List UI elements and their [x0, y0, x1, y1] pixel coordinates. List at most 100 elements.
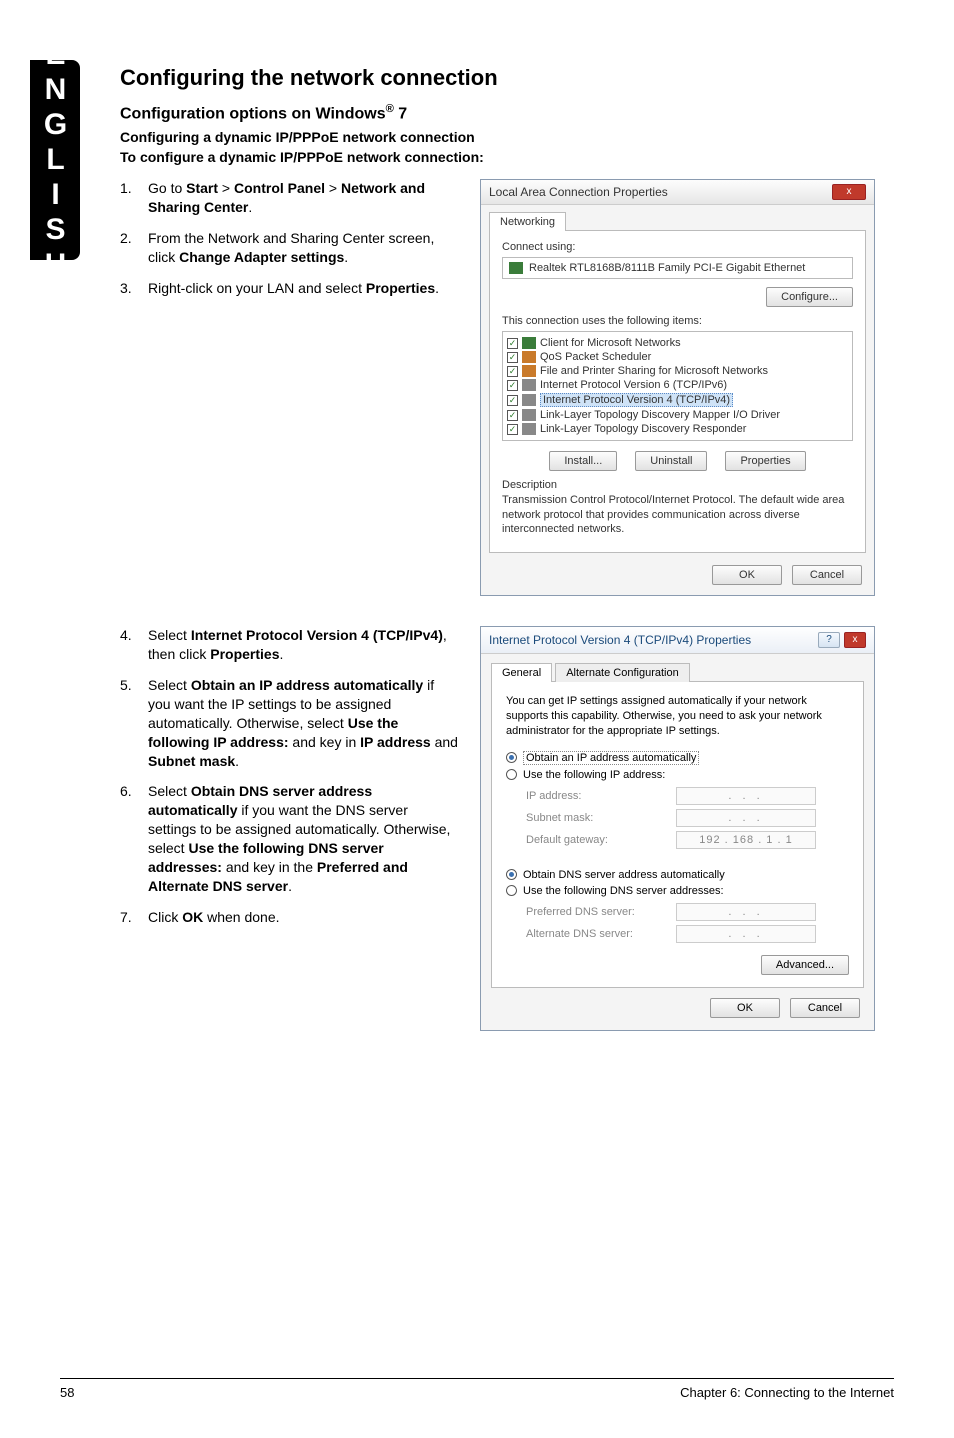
checkbox-icon[interactable]: ✓ — [507, 410, 518, 421]
nic-icon — [509, 262, 523, 274]
t: Click — [148, 909, 182, 925]
step-body: Select Internet Protocol Version 4 (TCP/… — [148, 626, 460, 664]
dialog2-panel: You can get IP settings assigned automat… — [491, 681, 864, 988]
subtitle-post: 7 — [394, 105, 407, 122]
radio-icon — [506, 752, 517, 763]
radio-label: Obtain an IP address automatically — [523, 751, 699, 765]
page-number: 58 — [60, 1385, 74, 1400]
subtitle-sup: ® — [386, 103, 394, 115]
item-label: Client for Microsoft Networks — [540, 337, 681, 349]
item-label: Internet Protocol Version 4 (TCP/IPv4) — [540, 393, 733, 407]
description-text: Transmission Control Protocol/Internet P… — [502, 493, 853, 536]
pref-dns-row: Preferred DNS server: . . . — [526, 901, 849, 923]
steps-a: 1. Go to Start > Control Panel > Network… — [120, 179, 460, 297]
step-num: 5. — [120, 676, 148, 770]
t: . — [288, 878, 292, 894]
cancel-button[interactable]: Cancel — [792, 565, 862, 585]
cancel-button[interactable]: Cancel — [790, 998, 860, 1018]
tab-networking[interactable]: Networking — [489, 212, 566, 231]
list-item[interactable]: ✓ Internet Protocol Version 4 (TCP/IPv4) — [505, 392, 850, 408]
t: IP address — [360, 734, 431, 750]
radio-obtain-dns[interactable]: Obtain DNS server address automatically — [506, 867, 849, 883]
t: Select — [148, 783, 191, 799]
t: Properties — [210, 646, 279, 662]
step-num: 2. — [120, 229, 148, 267]
step-body: Go to Start > Control Panel > Network an… — [148, 179, 460, 217]
list-item[interactable]: ✓Link-Layer Topology Discovery Mapper I/… — [505, 408, 850, 422]
t: Properties — [366, 280, 435, 296]
uninstall-button[interactable]: Uninstall — [635, 451, 707, 471]
t: Select — [148, 627, 191, 643]
checkbox-icon[interactable]: ✓ — [507, 366, 518, 377]
ok-button[interactable]: OK — [710, 998, 780, 1018]
protocol-icon — [522, 379, 536, 391]
checkbox-icon[interactable]: ✓ — [507, 352, 518, 363]
ipv4-intro-text: You can get IP settings assigned automat… — [506, 694, 849, 739]
dns-group: Obtain DNS server address automatically … — [506, 861, 849, 945]
radio-obtain-ip[interactable]: Obtain an IP address automatically — [506, 749, 849, 767]
list-item[interactable]: ✓Link-Layer Topology Discovery Responder — [505, 422, 850, 436]
help-icon[interactable]: ? — [818, 632, 840, 648]
list-item[interactable]: ✓ Client for Microsoft Networks — [505, 336, 850, 350]
list-item[interactable]: ✓QoS Packet Scheduler — [505, 350, 850, 364]
step-b-5: 5. Select Obtain an IP address automatic… — [120, 676, 460, 770]
block-1: 1. Go to Start > Control Panel > Network… — [120, 179, 880, 596]
close-icon[interactable]: x — [832, 184, 866, 200]
t: . — [435, 280, 439, 296]
connection-items-list[interactable]: ✓ Client for Microsoft Networks✓QoS Packe… — [502, 331, 853, 441]
checkbox-icon[interactable]: ✓ — [507, 380, 518, 391]
alt-dns-row: Alternate DNS server: . . . — [526, 923, 849, 945]
close-icon[interactable]: x — [844, 632, 866, 648]
checkbox-icon[interactable]: ✓ — [507, 395, 518, 406]
checkbox-icon[interactable]: ✓ — [507, 424, 518, 435]
configure-button[interactable]: Configure... — [766, 287, 853, 307]
step-a-1: 1. Go to Start > Control Panel > Network… — [120, 179, 460, 217]
protocol-icon — [522, 365, 536, 377]
list-item[interactable]: ✓Internet Protocol Version 6 (TCP/IPv6) — [505, 378, 850, 392]
tab-general[interactable]: General — [491, 663, 552, 682]
tab-alternate-configuration[interactable]: Alternate Configuration — [555, 663, 690, 682]
subnet-field[interactable]: . . . — [676, 809, 816, 827]
t: Internet Protocol Version 4 (TCP/IPv4) — [191, 627, 443, 643]
radio-use-dns[interactable]: Use the following DNS server addresses: — [506, 883, 849, 899]
t: Select — [148, 677, 191, 693]
dialog-titlebar: Local Area Connection Properties x — [481, 180, 874, 205]
step-a-2: 2. From the Network and Sharing Center s… — [120, 229, 460, 267]
steps-b: 4. Select Internet Protocol Version 4 (T… — [120, 626, 460, 926]
ip-field-grid: IP address: . . . Subnet mask: . . . Def… — [526, 785, 849, 851]
t: . — [280, 646, 284, 662]
list-item[interactable]: ✓ File and Printer Sharing for Microsoft … — [505, 364, 850, 378]
pref-dns-field[interactable]: . . . — [676, 903, 816, 921]
uses-items-label: This connection uses the following items… — [502, 315, 853, 327]
protocol-icon — [522, 351, 536, 363]
local-area-connection-properties-dialog: Local Area Connection Properties x Netwo… — [480, 179, 875, 596]
ip-address-field[interactable]: . . . — [676, 787, 816, 805]
dialog-footer: OK Cancel — [481, 561, 874, 595]
ok-button[interactable]: OK — [712, 565, 782, 585]
radio-use-ip[interactable]: Use the following IP address: — [506, 767, 849, 783]
advanced-row: Advanced... — [506, 955, 849, 975]
install-button[interactable]: Install... — [549, 451, 617, 471]
subnet-label: Subnet mask: — [526, 812, 676, 824]
checkbox-icon[interactable]: ✓ — [507, 338, 518, 349]
step-body: Select Obtain an IP address automaticall… — [148, 676, 460, 770]
gateway-field[interactable]: 192 . 168 . 1 . 1 — [676, 831, 816, 849]
dialog-title: Local Area Connection Properties — [489, 185, 668, 199]
page-footer: 58 Chapter 6: Connecting to the Internet — [60, 1378, 894, 1400]
step-a-3: 3. Right-click on your LAN and select Pr… — [120, 279, 460, 298]
connect-using-label: Connect using: — [502, 241, 853, 253]
step-b-4: 4. Select Internet Protocol Version 4 (T… — [120, 626, 460, 664]
advanced-button[interactable]: Advanced... — [761, 955, 849, 975]
dns-field-grid: Preferred DNS server: . . . Alternate DN… — [526, 901, 849, 945]
dialog2-titlebar: Internet Protocol Version 4 (TCP/IPv4) P… — [481, 627, 874, 654]
properties-button[interactable]: Properties — [725, 451, 805, 471]
pref-dns-label: Preferred DNS server: — [526, 906, 676, 918]
t: when done. — [203, 909, 279, 925]
subtitle-pre: Configuration options on Windows — [120, 105, 386, 122]
alt-dns-label: Alternate DNS server: — [526, 928, 676, 940]
alt-dns-field[interactable]: . . . — [676, 925, 816, 943]
section-title: Configuring the network connection — [120, 65, 880, 91]
step-num: 7. — [120, 908, 148, 927]
dialog-panel: Connect using: Realtek RTL8168B/8111B Fa… — [489, 230, 866, 553]
item-label: File and Printer Sharing for Microsoft N… — [540, 365, 768, 377]
